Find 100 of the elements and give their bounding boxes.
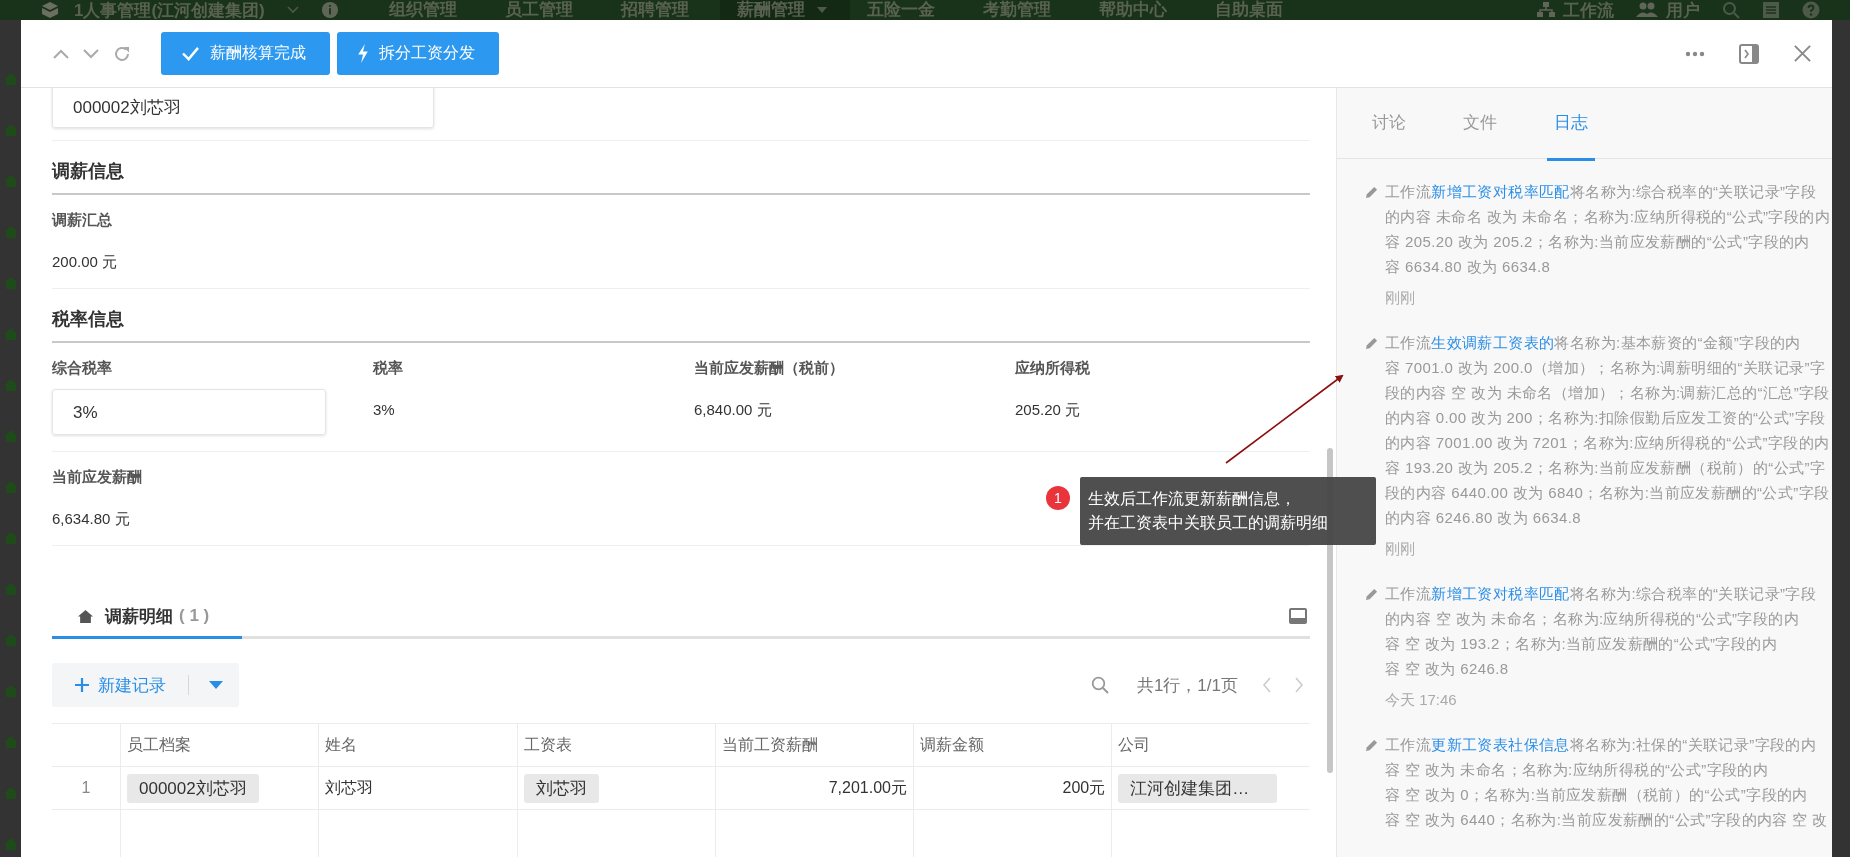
side-panel-icon[interactable] xyxy=(1739,43,1759,64)
home-icon[interactable] xyxy=(3,174,18,188)
chevron-icon[interactable] xyxy=(286,6,299,14)
home-icon[interactable] xyxy=(3,378,18,392)
users-icon xyxy=(1636,2,1658,18)
lightning-icon xyxy=(357,44,369,63)
refresh-icon[interactable] xyxy=(113,44,131,63)
column-header: 公司 xyxy=(1118,735,1151,753)
log-time: 今天 17:46 xyxy=(1385,690,1458,710)
column-header: 姓名 xyxy=(325,735,358,753)
home-icon[interactable] xyxy=(3,480,18,494)
home-icon[interactable] xyxy=(3,276,18,290)
info-icon[interactable] xyxy=(320,1,339,19)
document-icon[interactable] xyxy=(1762,1,1780,19)
table-cell: 200元 xyxy=(1062,778,1106,796)
panel-tab[interactable]: 文件 xyxy=(1456,88,1504,161)
nav-link[interactable]: 工作流 xyxy=(1537,0,1614,22)
home-icon xyxy=(78,608,93,624)
nav-menu-item[interactable]: 员工管理 xyxy=(487,0,604,20)
linked-record-tag[interactable]: 江河创建集团… xyxy=(1118,773,1278,803)
nav-menu-item[interactable]: 五险一金 xyxy=(849,0,966,20)
linked-record-tag[interactable]: 刘芯羽 xyxy=(523,773,599,803)
chevron-up-icon[interactable] xyxy=(53,48,69,59)
log-time: 刚刚 xyxy=(1385,539,1416,559)
workflow-link[interactable]: 更新工资表社保信息 xyxy=(1431,736,1570,753)
home-icon[interactable] xyxy=(3,786,18,800)
workflow-link[interactable]: 新增工资对税率匹配 xyxy=(1431,585,1570,602)
input-field[interactable]: 000002刘芯羽 xyxy=(52,88,434,128)
field-label: 应纳所得税 xyxy=(1015,359,1091,378)
pencil-icon xyxy=(1365,337,1378,350)
field-label: 税率 xyxy=(373,359,404,378)
field-label: 调薪汇总 xyxy=(52,211,113,230)
nav-link[interactable]: 用户 xyxy=(1636,0,1700,22)
section-heading: 税率信息 xyxy=(52,289,1310,343)
home-icon[interactable] xyxy=(3,225,18,239)
tooltip-text: 并在工资表中关联员工的调薪明细 xyxy=(1088,513,1329,533)
caret-icon xyxy=(209,681,223,689)
new-record-button[interactable]: 新建记录 xyxy=(52,663,239,707)
field-value: 6,840.00 元 xyxy=(694,401,773,420)
hierarchy-icon xyxy=(1537,2,1555,18)
home-icon[interactable] xyxy=(3,582,18,596)
home-icon[interactable] xyxy=(3,327,18,341)
plus-icon xyxy=(74,677,90,693)
nav-menu-item[interactable]: 招聘管理 xyxy=(603,0,720,20)
linked-record-tag[interactable]: 000002刘芯羽 xyxy=(127,773,259,803)
previous-page-icon[interactable] xyxy=(1262,677,1272,693)
workflow-link[interactable]: 新增工资对税率匹配 xyxy=(1431,183,1570,200)
home-icon[interactable] xyxy=(3,72,18,86)
table-cell: 刘芯羽 xyxy=(325,778,374,796)
home-icon[interactable] xyxy=(3,735,18,749)
pencil-icon xyxy=(1365,186,1378,199)
field-value: 3% xyxy=(373,401,396,418)
panel-tab[interactable]: 讨论 xyxy=(1365,88,1413,161)
home-icon[interactable] xyxy=(3,684,18,698)
more-icon[interactable] xyxy=(1685,50,1705,57)
field-label: 综合税率 xyxy=(52,359,113,378)
box-icon xyxy=(40,0,60,20)
close-icon[interactable] xyxy=(1793,44,1812,63)
field-value: 200.00 元 xyxy=(52,253,119,272)
field-label: 当前应发薪酬 xyxy=(52,468,143,487)
nav-menu-item[interactable]: 自助桌面 xyxy=(1197,0,1314,20)
page-count: 共1行，1/1页 xyxy=(1136,674,1238,697)
panel-icon[interactable] xyxy=(1288,607,1308,625)
chevron-down-icon[interactable] xyxy=(83,48,99,59)
home-icon[interactable] xyxy=(3,837,18,851)
workflow-link[interactable]: 生效调薪工资表的 xyxy=(1431,334,1555,351)
pencil-icon xyxy=(1365,739,1378,752)
search-icon[interactable] xyxy=(1090,676,1109,694)
action-button[interactable]: 拆分工资分发 xyxy=(337,32,499,75)
pencil-icon xyxy=(1365,588,1378,601)
log-entry-text: 工作流新增工资对税率匹配将名称为:综合税率的“关联记录”字段的内容 空 改为 未命名；名称为:应纳所得税的“公式”字段的内容 空 改为 193.2；名称为:当前应发薪酬的“公式”字段的内容 空 改为 6246.8 xyxy=(1385,584,1818,679)
help-icon[interactable] xyxy=(1802,1,1820,19)
search-icon[interactable] xyxy=(1722,1,1740,19)
nav-menu-item[interactable]: 帮助中心 xyxy=(1081,0,1198,20)
row-number: 1 xyxy=(81,779,91,796)
home-icon[interactable] xyxy=(3,429,18,443)
field-value: 6,634.80 元 xyxy=(52,510,131,529)
panel-tab[interactable]: 日志 xyxy=(1547,88,1595,161)
app-title[interactable]: 1人事管理(江河创建集团) xyxy=(74,0,265,22)
home-icon[interactable] xyxy=(3,531,18,545)
log-entry-text: 工作流新增工资对税率匹配将名称为:综合税率的“关联记录”字段的内容 未命名 改为 未命名；名称为:应纳所得税的“公式”字段的内容 205.20 改为 205.2；名称为:当前应发薪酬的“公式”字段的内容 6634.80 改为 6634.8 xyxy=(1385,182,1831,277)
field-label: 当前应发薪酬（税前） xyxy=(694,359,845,378)
log-time: 刚刚 xyxy=(1385,288,1416,308)
input-field[interactable]: 3% xyxy=(52,389,326,435)
action-button[interactable]: 薪酬核算完成 xyxy=(161,32,330,75)
home-icon[interactable] xyxy=(3,123,18,137)
table-cell: 7,201.00元 xyxy=(828,778,907,796)
field-value: 205.20 元 xyxy=(1015,401,1082,420)
log-entry-text: 工作流生效调薪工资表的将名称为:基本薪资的“金额”字段的内容 7001.0 改为 200.0（增加）；名称为:调薪明细的“关联记录”字段的内容 空 改为 未命名（增加）；名称为:调薪汇总的“汇总”字段的内容 0.00 改为 200；名称为:扣除假勤后应发工资的“公式”字段的内容 7001.00 改为 7201；名称为:应纳所得税的“公式”字段的内容 193.20 改为 205.2；名称为:当前应发薪酬（税前）的“公式”字段的内容 6440.00 改为 6840；名称为:当前应发薪酬的“公式”字段的内容 6246.80 改为 6634.8 xyxy=(1385,333,1831,528)
column-header: 员工档案 xyxy=(127,735,191,753)
next-page-icon[interactable] xyxy=(1294,677,1304,693)
section-heading: 调薪信息 xyxy=(52,141,1310,195)
detail-tab[interactable]: 调薪明细 ( 1 ) xyxy=(52,596,242,639)
column-header: 当前工资薪酬 xyxy=(721,735,818,753)
nav-menu-item[interactable]: 考勤管理 xyxy=(965,0,1082,20)
home-icon[interactable] xyxy=(3,633,18,647)
log-entry-text: 工作流更新工资表社保信息将名称为:社保的“关联记录”字段的内容 空 改为 未命名；名称为:应纳所得税的“公式”字段的内容 空 改为 0；名称为:当前应发薪酬（税前）的“公式”字段的内容 空 改为 6440；名称为:当前应发薪酬的“公式”字段的内容 空 改 xyxy=(1385,735,1829,830)
nav-menu-item[interactable]: 组织管理 xyxy=(371,0,488,20)
check-icon xyxy=(181,46,200,61)
nav-menu-item[interactable]: 薪酬管理 xyxy=(719,0,850,20)
